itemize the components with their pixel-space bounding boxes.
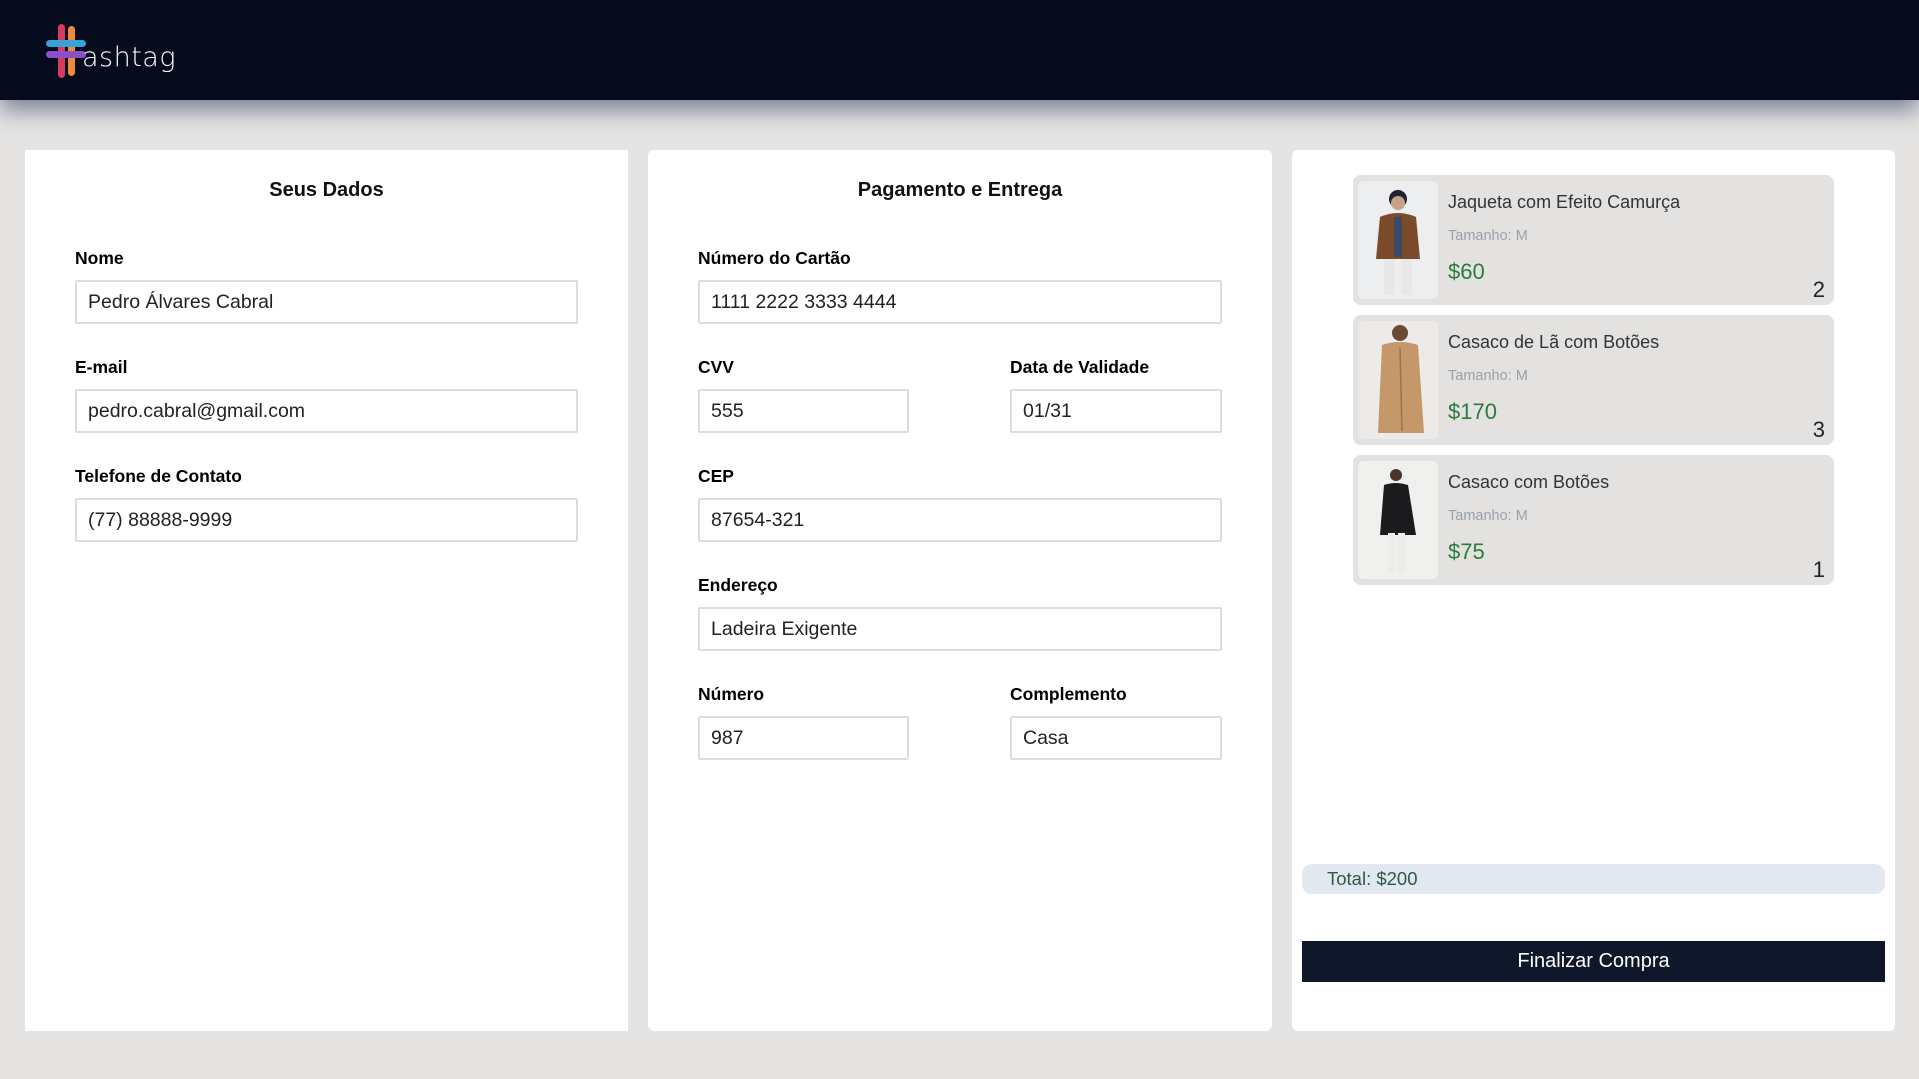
product-name: Casaco com Botões (1448, 472, 1610, 492)
complement-input[interactable] (1010, 716, 1222, 760)
cep-input[interactable] (698, 498, 1222, 542)
product-size: Tamanho: M (1448, 508, 1528, 524)
logo-text: ashtag (82, 42, 177, 73)
product-image (1358, 461, 1438, 579)
hashtag-logo[interactable]: ashtag (44, 20, 184, 84)
house-number-label: Número (698, 684, 765, 704)
product-size: Tamanho: M (1448, 368, 1528, 384)
nome-label: Nome (75, 248, 124, 268)
product-quantity: 2 (1812, 277, 1825, 302)
top-header: ashtag (0, 0, 1919, 100)
personal-data-panel: Seus Dados Nome E-mail Telefone de Conta… (25, 150, 628, 1031)
card-number-label: Número do Cartão (698, 248, 851, 268)
product-size: Tamanho: M (1448, 228, 1528, 244)
expiry-input[interactable] (1010, 389, 1222, 433)
cart-item[interactable]: Casaco com Botões Tamanho: M $75 1 (1353, 455, 1834, 585)
complement-label: Complemento (1010, 684, 1127, 704)
cart-item[interactable]: Casaco de Lã com Botões Tamanho: M $170 … (1353, 315, 1834, 445)
expiry-label: Data de Validade (1010, 357, 1150, 377)
address-label: Endereço (698, 575, 778, 595)
house-number-input[interactable] (698, 716, 909, 760)
cart-item[interactable]: Jaqueta com Efeito Camurça Tamanho: M $6… (1353, 175, 1834, 305)
product-image (1358, 321, 1438, 439)
product-price: $170 (1448, 399, 1497, 424)
cep-label: CEP (698, 466, 734, 486)
card-number-input[interactable] (698, 280, 1222, 324)
panel-title: Pagamento e Entrega (857, 179, 1063, 201)
black-coat-photo-icon (1358, 461, 1438, 579)
nome-input[interactable] (75, 280, 578, 324)
cart-panel: Jaqueta com Efeito Camurça Tamanho: M $6… (1292, 150, 1895, 1031)
telefone-label: Telefone de Contato (75, 466, 242, 486)
product-image (1358, 181, 1438, 299)
email-label: E-mail (75, 357, 128, 377)
product-price: $75 (1448, 539, 1485, 564)
product-quantity: 3 (1812, 417, 1825, 442)
cart-total: Total: $200 (1302, 864, 1885, 894)
telefone-input[interactable] (75, 498, 578, 542)
product-quantity: 1 (1812, 557, 1825, 582)
email-input[interactable] (75, 389, 578, 433)
product-name: Casaco de Lã com Botões (1448, 332, 1660, 352)
cvv-label: CVV (698, 357, 734, 377)
cvv-input[interactable] (698, 389, 909, 433)
panel-title: Seus Dados (269, 179, 384, 201)
finalize-purchase-button[interactable]: Finalizar Compra (1302, 941, 1885, 982)
payment-delivery-panel: Pagamento e Entrega Número do Cartão CVV… (648, 150, 1272, 1031)
product-price: $60 (1448, 259, 1485, 284)
product-name: Jaqueta com Efeito Camurça (1448, 192, 1681, 212)
jacket-photo-icon (1358, 181, 1438, 299)
address-input[interactable] (698, 607, 1222, 651)
wool-coat-photo-icon (1358, 321, 1438, 439)
